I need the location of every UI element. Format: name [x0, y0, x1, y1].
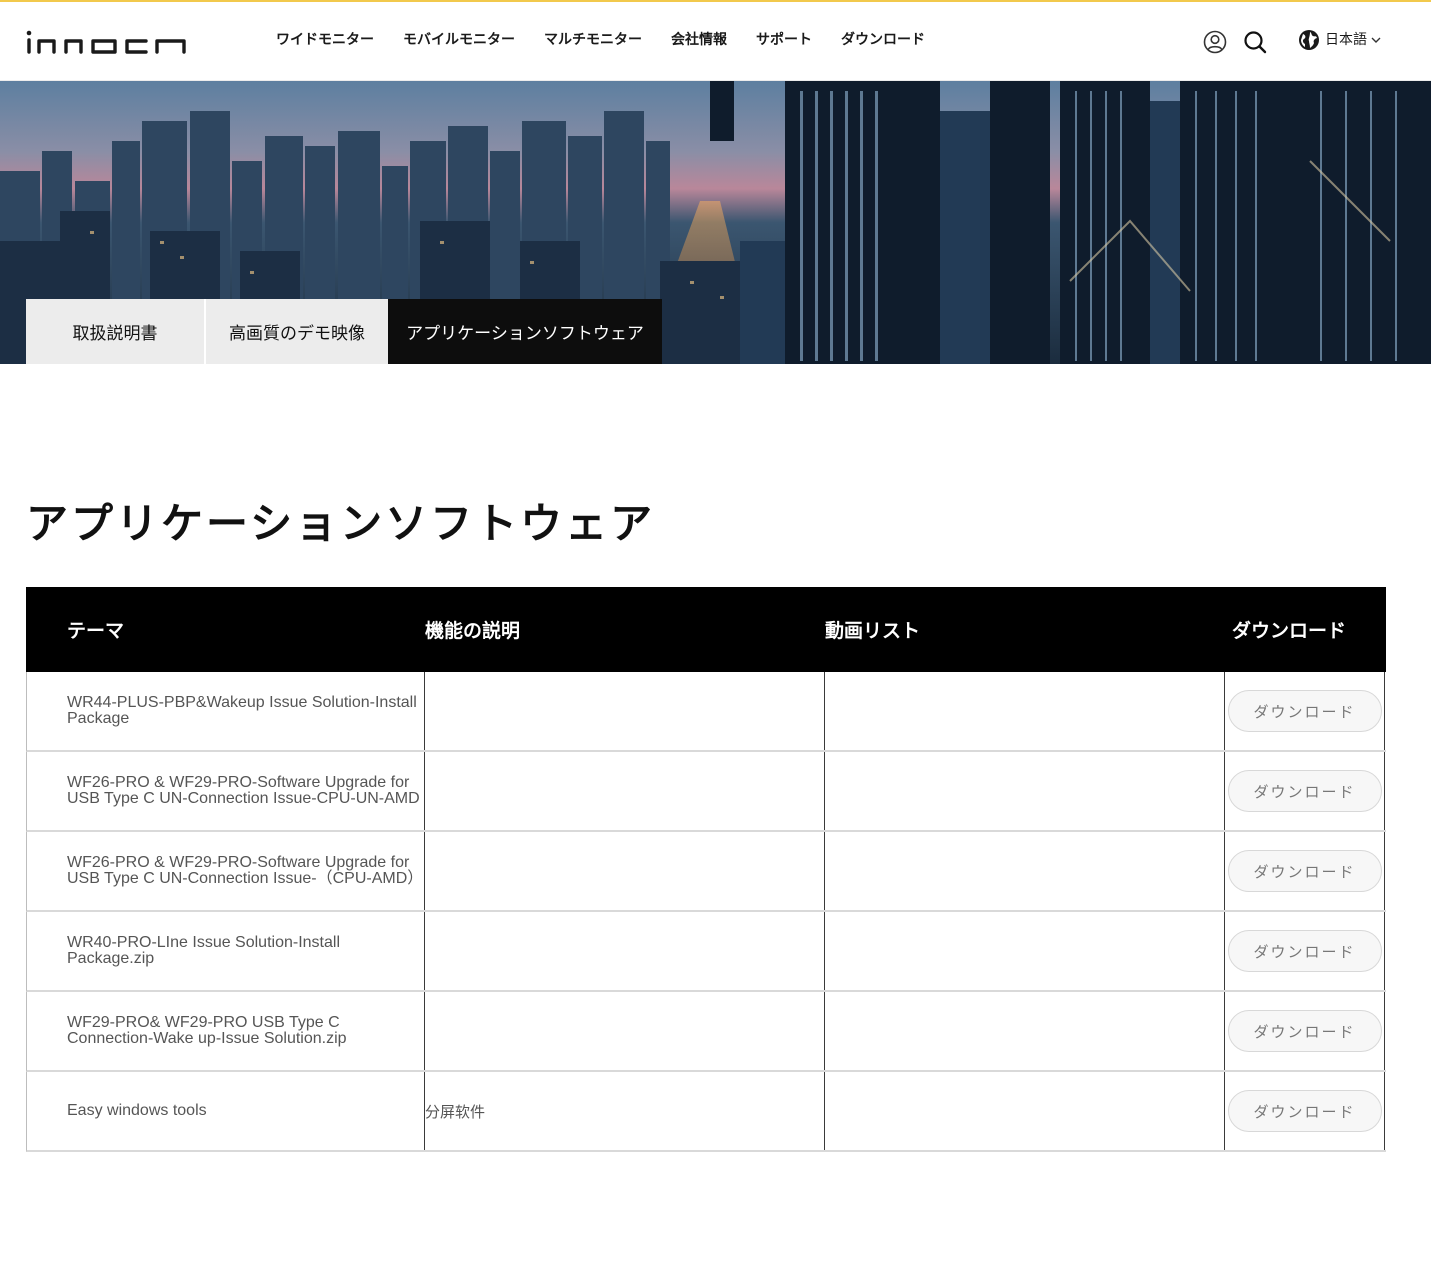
search-icon[interactable]: [1242, 29, 1268, 55]
tab-manuals[interactable]: 取扱説明書: [26, 299, 206, 364]
support-tabs: 取扱説明書 高画質のデモ映像 アプリケーションソフトウェア: [26, 299, 662, 364]
nav-company-info[interactable]: 会社情報: [671, 30, 727, 50]
tab-application-software[interactable]: アプリケーションソフトウェア: [388, 299, 662, 364]
table-header: テーマ 機能の説明 動画リスト ダウンロード: [26, 587, 1386, 672]
software-table: テーマ 機能の説明 動画リスト ダウンロード WR44-PLUS-PBP&Wak…: [26, 587, 1386, 1152]
row-theme: Easy windows tools: [67, 1102, 207, 1119]
main-nav: ワイドモニター モバイルモニター マルチモニター 会社情報 サポート ダウンロー…: [276, 30, 954, 50]
table-row: WR44-PLUS-PBP&Wakeup Issue Solution-Inst…: [26, 672, 1386, 752]
download-button[interactable]: ダウンロード: [1227, 690, 1382, 732]
header-download: ダウンロード: [1231, 620, 1346, 642]
innocn-logo[interactable]: innocn: [26, 28, 206, 56]
row-theme: WR40-PRO-LIne Issue Solution-Install Pac…: [67, 934, 340, 967]
nav-multi-monitor[interactable]: マルチモニター: [544, 30, 642, 50]
download-button[interactable]: ダウンロード: [1227, 1090, 1382, 1132]
table-row: WF29-PRO& WF29-PRO USB Type C Connection…: [26, 992, 1386, 1072]
download-button[interactable]: ダウンロード: [1227, 930, 1382, 972]
table-row: WF26-PRO & WF29-PRO-Software Upgrade for…: [26, 832, 1386, 912]
nav-download[interactable]: ダウンロード: [841, 30, 925, 50]
row-theme: WF29-PRO& WF29-PRO USB Type C Connection…: [67, 1014, 347, 1047]
download-button[interactable]: ダウンロード: [1227, 770, 1382, 812]
row-theme: WF26-PRO & WF29-PRO-Software Upgrade for…: [67, 854, 424, 887]
table-row: WF26-PRO & WF29-PRO-Software Upgrade for…: [26, 752, 1386, 832]
nav-wide-monitor[interactable]: ワイドモニター: [276, 30, 374, 50]
hero-banner: 取扱説明書 高画質のデモ映像 アプリケーションソフトウェア: [0, 81, 1431, 364]
language-selector[interactable]: 日本語: [1298, 29, 1381, 51]
page-title: アプリケーションソフトウェア: [26, 499, 656, 548]
row-theme: WR44-PLUS-PBP&Wakeup Issue Solution-Inst…: [67, 694, 417, 727]
nav-mobile-monitor[interactable]: モバイルモニター: [403, 30, 515, 50]
row-description: 分屏软件: [425, 1102, 486, 1121]
download-button[interactable]: ダウンロード: [1227, 850, 1382, 892]
chevron-down-icon: [1371, 37, 1381, 43]
table-row: WR40-PRO-LIne Issue Solution-Install Pac…: [26, 912, 1386, 992]
globe-icon: [1299, 30, 1319, 50]
site-header: innocn ワイドモニター モバイルモニター マルチモニター 会社情報 サポー…: [0, 2, 1431, 81]
download-button[interactable]: ダウンロード: [1227, 1010, 1382, 1052]
header-video-list: 動画リスト: [825, 620, 921, 642]
row-theme: WF26-PRO & WF29-PRO-Software Upgrade for…: [67, 774, 420, 807]
header-description: 機能の説明: [425, 620, 521, 642]
language-label: 日本語: [1325, 32, 1367, 48]
table-row: Easy windows tools 分屏软件 ダウンロード: [26, 1072, 1386, 1152]
nav-support[interactable]: サポート: [756, 30, 812, 50]
header-theme: テーマ: [67, 620, 125, 642]
tab-demo-videos[interactable]: 高画質のデモ映像: [206, 299, 388, 364]
user-account-icon[interactable]: [1202, 29, 1228, 55]
